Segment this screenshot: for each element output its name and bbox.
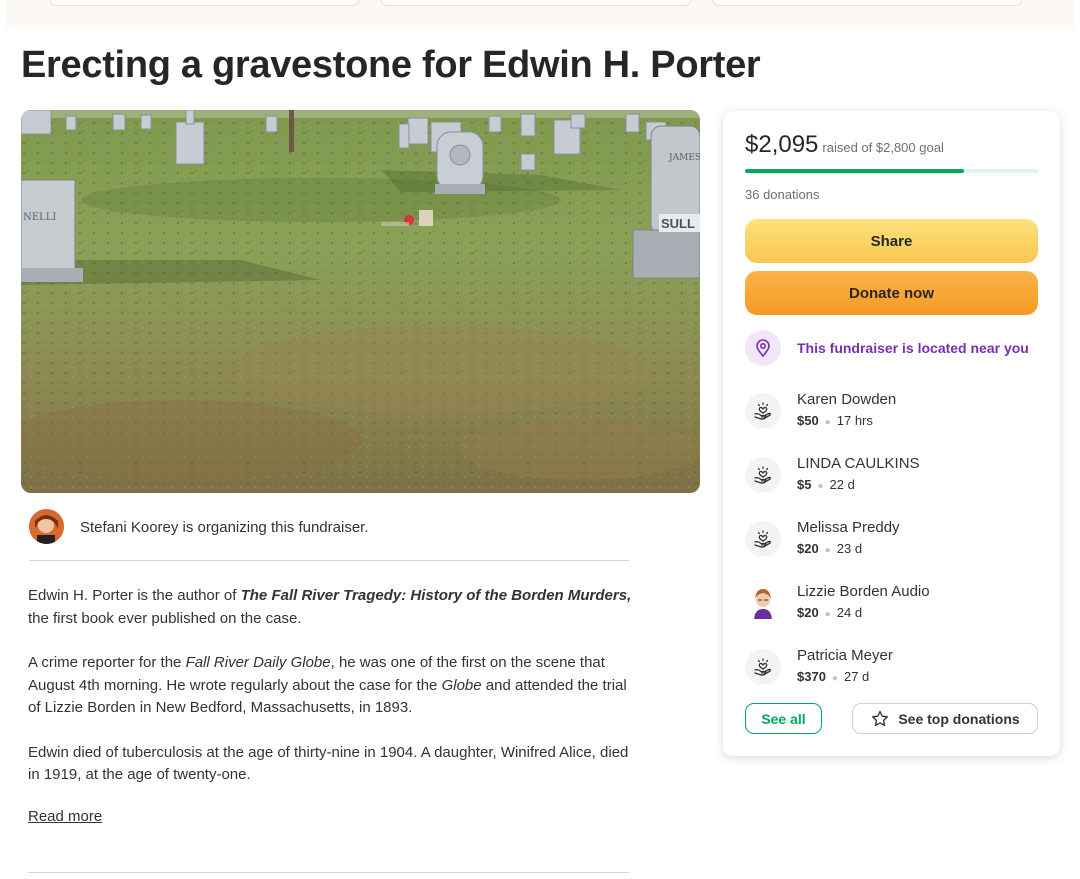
heart-hand-icon: [745, 393, 781, 429]
separator-dot: ●: [824, 417, 831, 428]
near-you-text: This fundraiser is located near you: [797, 340, 1029, 356]
donor-time: 17 hrs: [836, 413, 873, 428]
story-paragraph-1: Edwin H. Porter is the author of The Fal…: [28, 585, 638, 630]
star-icon: [872, 710, 889, 726]
organizer-row: Stefani Koorey is organizing this fundra…: [29, 509, 629, 561]
separator-dot: ●: [831, 673, 838, 684]
donor-meta: $20 ● 23 d: [797, 541, 862, 556]
heart-hand-icon: [745, 649, 781, 685]
raised-summary: $2,095 raised of $2,800 goal: [745, 131, 944, 159]
story-text: Edwin H. Porter is the author of: [28, 587, 241, 604]
story-paragraph-3: Edwin died of tuberculosis at the age of…: [28, 743, 629, 784]
page-title: Erecting a gravestone for Edwin H. Porte…: [21, 44, 761, 86]
separator-dot: ●: [817, 481, 824, 492]
story-paragraph-2: A crime reporter for the Fall River Dail…: [28, 652, 638, 720]
raised-amount: $2,095: [745, 131, 819, 158]
see-top-label: See top donations: [898, 710, 1020, 727]
progress-bar: [745, 169, 1038, 173]
donor-time: 27 d: [843, 669, 870, 684]
donations-count: 36 donations: [745, 187, 820, 202]
donation-card: $2,095 raised of $2,800 goal 36 donations…: [723, 111, 1060, 756]
donor-item: LINDA CAULKINS $5 ● 22 d: [745, 455, 1035, 499]
location-pin-icon: [745, 330, 781, 366]
donor-time: 22 d: [829, 477, 855, 492]
donor-name: Patricia Meyer: [797, 647, 893, 664]
top-field-3[interactable]: [712, 0, 1022, 6]
donor-amount: $370: [797, 669, 826, 684]
donor-meta: $370 ● 27 d: [797, 669, 869, 684]
donate-button[interactable]: Donate now: [745, 271, 1038, 315]
donor-time: 23 d: [836, 541, 863, 556]
divider: [28, 872, 629, 873]
svg-text:NELLI: NELLI: [23, 212, 56, 223]
donor-name: Melissa Preddy: [797, 519, 900, 536]
heart-hand-icon: [745, 457, 781, 493]
top-field-1[interactable]: [50, 0, 359, 6]
donor-time: 24 d: [836, 605, 863, 620]
donor-amount: $50: [797, 413, 819, 428]
organizer-avatar[interactable]: [29, 509, 64, 544]
story-text: the first book ever published on the cas…: [28, 609, 302, 627]
svg-text:SULL: SULL: [661, 216, 695, 231]
top-search-band: [6, 0, 1074, 28]
organizer-text: Stefani Koorey is organizing this fundra…: [80, 519, 369, 536]
top-field-2[interactable]: [381, 0, 691, 6]
share-button[interactable]: Share: [745, 219, 1038, 263]
story-text: A crime reporter for the: [28, 654, 186, 671]
see-all-button[interactable]: See all: [745, 703, 822, 734]
donor-meta: $20 ● 24 d: [797, 605, 862, 620]
book-title: The Fall River Tragedy: History of the B…: [240, 587, 632, 604]
svg-text:JAMES: JAMES: [668, 153, 700, 163]
donor-amount: $5: [797, 477, 812, 492]
donor-amount: $20: [797, 541, 819, 556]
see-top-donations-button[interactable]: See top donations: [852, 703, 1038, 734]
donor-item: Melissa Preddy $20 ● 23 d: [745, 519, 1035, 563]
read-more-link[interactable]: Read more: [28, 808, 102, 825]
hero-image[interactable]: JAMES SULL NELLI: [21, 110, 700, 493]
near-you-banner: This fundraiser is located near you: [745, 330, 1045, 366]
donor-item: Karen Dowden $50 ● 17 hrs: [745, 391, 1035, 435]
donor-meta: $50 ● 17 hrs: [797, 413, 873, 428]
donor-item: Lizzie Borden Audio $20 ● 24 d: [745, 583, 1035, 627]
donor-name: Lizzie Borden Audio: [797, 583, 930, 600]
donor-name: Karen Dowden: [797, 391, 897, 408]
raised-goal: raised of $2,800 goal: [822, 140, 944, 155]
donor-item: Patricia Meyer $370 ● 27 d: [745, 647, 1035, 691]
donor-avatar: [745, 585, 781, 621]
donor-amount: $20: [797, 605, 819, 620]
heart-hand-icon: [745, 521, 781, 557]
progress-fill: [745, 169, 965, 173]
newspaper-short: Globe: [441, 676, 482, 694]
donor-name: LINDA CAULKINS: [797, 455, 920, 472]
story: Edwin H. Porter is the author of The Fal…: [28, 585, 638, 809]
separator-dot: ●: [824, 545, 831, 556]
newspaper-title: Fall River Daily Globe: [185, 654, 331, 671]
donor-meta: $5 ● 22 d: [797, 477, 855, 492]
separator-dot: ●: [824, 609, 831, 620]
